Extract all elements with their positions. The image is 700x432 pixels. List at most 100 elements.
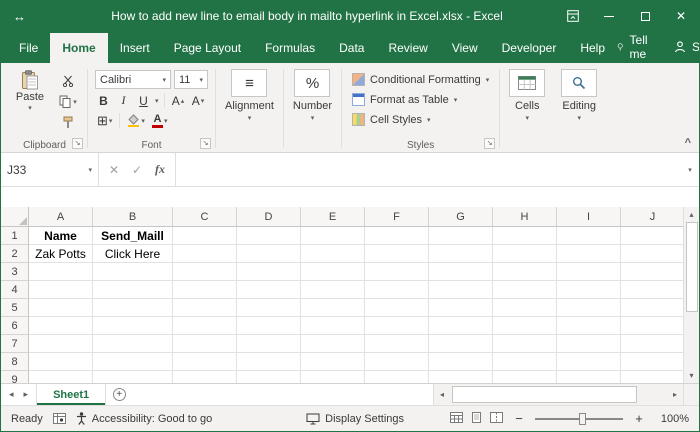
- cell-A4[interactable]: [29, 281, 93, 299]
- cell-D5[interactable]: [237, 299, 301, 317]
- ribbon-tab-data[interactable]: Data: [327, 33, 376, 63]
- cell-E2[interactable]: [301, 245, 365, 263]
- cell-J2[interactable]: [621, 245, 685, 263]
- ribbon-tab-page-layout[interactable]: Page Layout: [162, 33, 253, 63]
- scroll-up-icon[interactable]: ▴: [684, 207, 699, 222]
- cell-D3[interactable]: [237, 263, 301, 281]
- copy-button[interactable]: ▾: [56, 93, 80, 110]
- styles-item-conditional-formatting[interactable]: Conditional Formatting▾: [349, 70, 492, 89]
- cell-E7[interactable]: [301, 335, 365, 353]
- vertical-scroll-thumb[interactable]: [686, 222, 698, 312]
- cell-E3[interactable]: [301, 263, 365, 281]
- ribbon-group-cells[interactable]: Cells ▾: [501, 65, 553, 152]
- cell-A8[interactable]: [29, 353, 93, 371]
- accessibility-status[interactable]: Accessibility: Good to go: [76, 412, 212, 425]
- cell-B2[interactable]: Click Here: [93, 245, 173, 263]
- cell-F1[interactable]: [365, 227, 429, 245]
- cell-D9[interactable]: [237, 371, 301, 383]
- cell-H1[interactable]: [493, 227, 557, 245]
- column-header-d[interactable]: D: [237, 207, 301, 227]
- ribbon-tab-insert[interactable]: Insert: [108, 33, 162, 63]
- ribbon-tab-developer[interactable]: Developer: [490, 33, 569, 63]
- cell-A7[interactable]: [29, 335, 93, 353]
- font-dialog-launcher[interactable]: ↘: [200, 138, 211, 149]
- normal-view-button[interactable]: [450, 412, 463, 426]
- collapse-ribbon-button[interactable]: ^: [685, 137, 691, 149]
- name-box[interactable]: J33 ▾: [1, 153, 99, 186]
- cell-I4[interactable]: [557, 281, 621, 299]
- cell-I8[interactable]: [557, 353, 621, 371]
- sheet-nav-left-icon[interactable]: ◂: [9, 389, 14, 400]
- cell-I1[interactable]: [557, 227, 621, 245]
- styles-item-cell-styles[interactable]: Cell Styles▾: [349, 110, 492, 129]
- horizontal-scrollbar[interactable]: ◂ ▸: [433, 384, 683, 405]
- styles-dialog-launcher[interactable]: ↘: [484, 138, 495, 149]
- row-header-6[interactable]: 6: [1, 317, 29, 335]
- cell-D8[interactable]: [237, 353, 301, 371]
- cell-B1[interactable]: Send_Maill: [93, 227, 173, 245]
- vertical-scrollbar[interactable]: ▴ ▾: [683, 207, 699, 383]
- cell-C7[interactable]: [173, 335, 237, 353]
- cell-D7[interactable]: [237, 335, 301, 353]
- cell-H7[interactable]: [493, 335, 557, 353]
- column-header-c[interactable]: C: [173, 207, 237, 227]
- cell-G4[interactable]: [429, 281, 493, 299]
- clipboard-dialog-launcher[interactable]: ↘: [72, 138, 83, 149]
- cell-C3[interactable]: [173, 263, 237, 281]
- tell-me-button[interactable]: Tell me: [617, 33, 652, 61]
- cell-J6[interactable]: [621, 317, 685, 335]
- font-color-button[interactable]: A▾: [150, 112, 170, 129]
- fill-color-button[interactable]: ▾: [125, 112, 147, 129]
- insert-function-button[interactable]: fx: [150, 162, 170, 177]
- cell-B6[interactable]: [93, 317, 173, 335]
- share-button[interactable]: Share: [674, 40, 700, 54]
- cell-H6[interactable]: [493, 317, 557, 335]
- cell-C5[interactable]: [173, 299, 237, 317]
- scroll-left-icon[interactable]: ◂: [434, 390, 450, 399]
- bold-button[interactable]: B: [95, 92, 112, 109]
- cell-F7[interactable]: [365, 335, 429, 353]
- cell-D6[interactable]: [237, 317, 301, 335]
- ribbon-tab-view[interactable]: View: [440, 33, 490, 63]
- increase-font-size-button[interactable]: A▴: [170, 92, 187, 109]
- cell-C4[interactable]: [173, 281, 237, 299]
- ribbon-display-options-button[interactable]: [555, 1, 591, 31]
- cell-I3[interactable]: [557, 263, 621, 281]
- zoom-out-button[interactable]: −: [513, 411, 525, 426]
- ribbon-tab-formulas[interactable]: Formulas: [253, 33, 327, 63]
- cell-J5[interactable]: [621, 299, 685, 317]
- row-header-3[interactable]: 3: [1, 263, 29, 281]
- formula-input[interactable]: [176, 153, 681, 186]
- font-size-select[interactable]: 11 ▾: [174, 70, 208, 89]
- cell-F5[interactable]: [365, 299, 429, 317]
- cell-H5[interactable]: [493, 299, 557, 317]
- horizontal-scroll-thumb[interactable]: [452, 386, 637, 403]
- row-header-5[interactable]: 5: [1, 299, 29, 317]
- cell-G6[interactable]: [429, 317, 493, 335]
- quick-access-toolbar-icon[interactable]: ↔: [13, 9, 59, 24]
- row-header-2[interactable]: 2: [1, 245, 29, 263]
- zoom-slider[interactable]: [535, 412, 623, 426]
- decrease-font-size-button[interactable]: A▾: [190, 92, 207, 109]
- ribbon-group-editing[interactable]: Editing ▾: [553, 65, 605, 152]
- column-header-g[interactable]: G: [429, 207, 493, 227]
- cell-D2[interactable]: [237, 245, 301, 263]
- cell-F6[interactable]: [365, 317, 429, 335]
- cell-J7[interactable]: [621, 335, 685, 353]
- cell-D4[interactable]: [237, 281, 301, 299]
- cell-H4[interactable]: [493, 281, 557, 299]
- cell-I5[interactable]: [557, 299, 621, 317]
- ribbon-tab-home[interactable]: Home: [50, 33, 107, 63]
- cell-E6[interactable]: [301, 317, 365, 335]
- zoom-thumb[interactable]: [579, 413, 586, 425]
- cell-J9[interactable]: [621, 371, 685, 383]
- cell-E5[interactable]: [301, 299, 365, 317]
- cell-A1[interactable]: Name: [29, 227, 93, 245]
- column-header-f[interactable]: F: [365, 207, 429, 227]
- cell-A5[interactable]: [29, 299, 93, 317]
- cell-G2[interactable]: [429, 245, 493, 263]
- cell-H8[interactable]: [493, 353, 557, 371]
- zoom-in-button[interactable]: +: [633, 411, 645, 426]
- cell-F2[interactable]: [365, 245, 429, 263]
- cancel-entry-button[interactable]: ✕: [104, 163, 124, 177]
